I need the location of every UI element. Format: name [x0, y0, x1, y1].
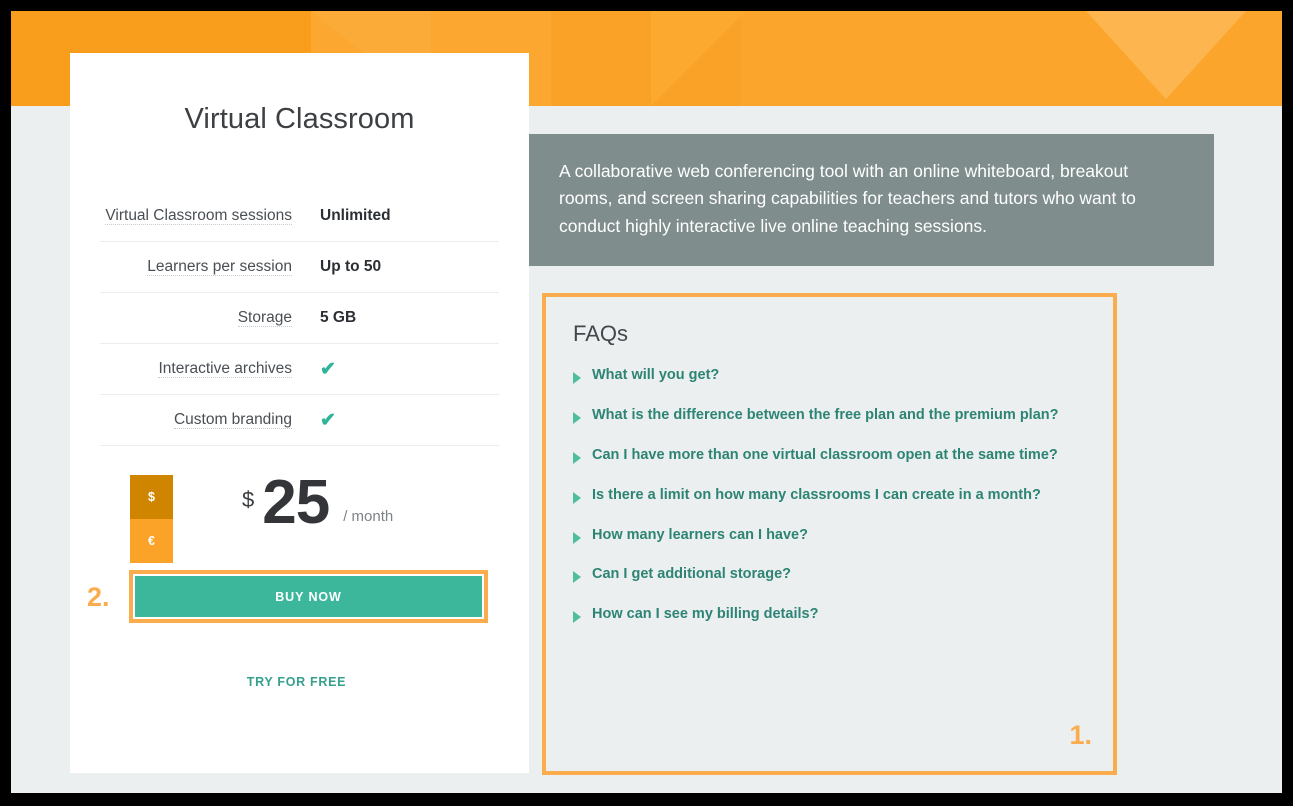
feature-label-cell: Learners per session: [100, 242, 320, 293]
hero-triangle-mid: [651, 11, 746, 106]
faq-item-label: Can I get additional storage?: [592, 566, 791, 583]
table-row: Custom branding ✔: [100, 395, 499, 446]
price-display: $ 25 / month: [242, 472, 393, 534]
buy-now-button[interactable]: BUY NOW: [135, 576, 482, 617]
try-for-free-link[interactable]: TRY FOR FREE: [70, 675, 529, 689]
faq-panel-highlight: FAQs What will you get? What is the diff…: [542, 293, 1117, 775]
currency-option-usd[interactable]: $: [130, 475, 173, 519]
price-currency-symbol: $: [242, 487, 255, 512]
faq-title: FAQs: [573, 321, 629, 346]
price-period: / month: [343, 508, 394, 525]
table-row: Learners per session Up to 50: [100, 242, 499, 293]
feature-label: Custom branding: [173, 411, 292, 429]
faq-item-label: How many learners can I have?: [592, 526, 808, 543]
faq-item[interactable]: What will you get?: [573, 367, 1086, 384]
feature-value: Unlimited: [320, 207, 391, 224]
triangle-right-icon: [573, 372, 581, 384]
feature-table: Virtual Classroom sessions Unlimited Lea…: [100, 191, 499, 446]
feature-value: 5 GB: [320, 309, 357, 326]
description-text: A collaborative web conferencing tool wi…: [559, 161, 1136, 236]
triangle-right-icon: [573, 531, 581, 544]
triangle-right-icon: [573, 571, 581, 584]
feature-label: Storage: [237, 309, 292, 327]
faq-item-label: How can I see my billing details?: [592, 606, 819, 623]
page-viewport: Virtual Classroom Virtual Classroom sess…: [11, 11, 1282, 793]
faq-item[interactable]: What is the difference between the free …: [573, 407, 1086, 424]
triangle-right-icon: [573, 611, 581, 624]
checkmark-icon: ✔: [320, 409, 336, 431]
feature-label-cell: Virtual Classroom sessions: [100, 191, 320, 242]
page-title: Virtual Classroom: [184, 103, 415, 135]
table-row: Interactive archives ✔: [100, 344, 499, 395]
faq-item[interactable]: Can I get additional storage?: [573, 566, 1086, 584]
faq-panel: FAQs What will you get? What is the diff…: [549, 300, 1110, 768]
description-panel: A collaborative web conferencing tool wi…: [529, 134, 1214, 266]
faq-item[interactable]: How many learners can I have?: [573, 527, 1086, 544]
triangle-right-icon: [573, 451, 581, 464]
price-row: $ € $ 25 / month: [70, 472, 529, 568]
feature-label: Virtual Classroom sessions: [105, 207, 292, 225]
table-row: Storage 5 GB: [100, 293, 499, 344]
checkmark-icon: ✔: [320, 358, 336, 380]
feature-label-cell: Custom branding: [100, 395, 320, 446]
price-amount: 25: [262, 468, 330, 537]
faq-item-label: Can I have more than one virtual classro…: [592, 446, 1058, 463]
pricing-card: Virtual Classroom Virtual Classroom sess…: [70, 53, 529, 773]
faq-item-label: Is there a limit on how many classrooms …: [592, 486, 1041, 503]
feature-label-cell: Interactive archives: [100, 344, 320, 395]
triangle-right-icon: [573, 411, 581, 424]
faq-item[interactable]: Is there a limit on how many classrooms …: [573, 487, 1086, 504]
feature-value: Up to 50: [320, 258, 382, 275]
faq-item-label: What is the difference between the free …: [592, 406, 1059, 423]
table-row: Virtual Classroom sessions Unlimited: [100, 191, 499, 242]
buy-now-highlight: BUY NOW: [129, 570, 488, 623]
buy-now-area: 2. BUY NOW: [70, 570, 529, 632]
triangle-right-icon: [573, 491, 581, 504]
faq-item[interactable]: Can I have more than one virtual classro…: [573, 447, 1086, 464]
faq-item[interactable]: How can I see my billing details?: [573, 606, 1086, 624]
annotation-step-1: 1.: [1069, 720, 1092, 750]
currency-option-eur[interactable]: €: [130, 519, 173, 563]
feature-label-cell: Storage: [100, 293, 320, 344]
annotation-step-2: 2.: [87, 582, 110, 612]
faq-item-label: What will you get?: [592, 367, 720, 383]
feature-label: Interactive archives: [158, 360, 292, 378]
hero-triangle-right: [1086, 11, 1246, 99]
currency-toggle[interactable]: $ €: [130, 475, 173, 563]
feature-label: Learners per session: [147, 258, 292, 276]
